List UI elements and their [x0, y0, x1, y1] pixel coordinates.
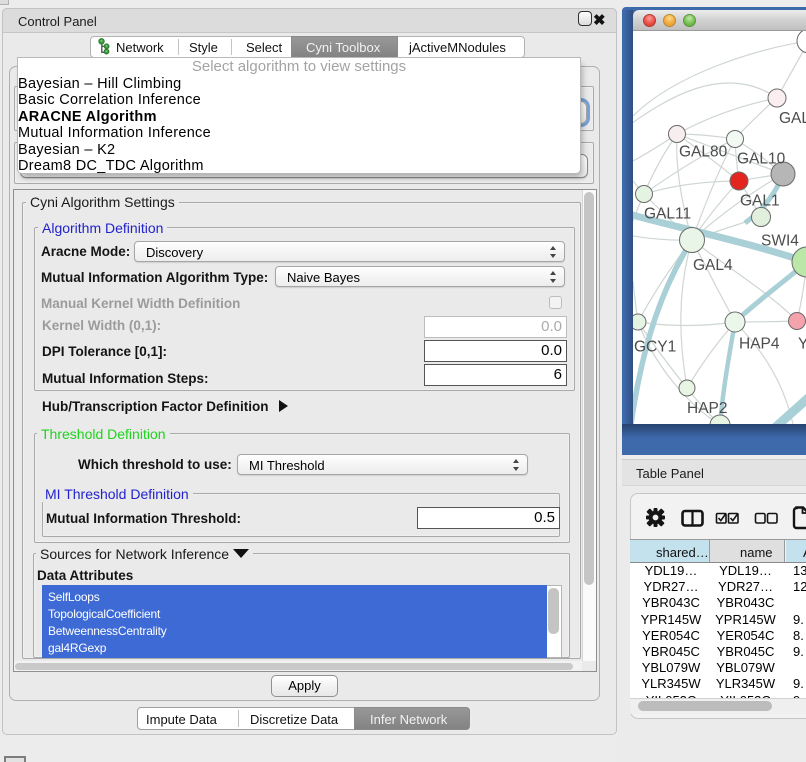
svg-text:GAL11: GAL11 [644, 206, 691, 223]
svg-text:GCY1: GCY1 [634, 339, 676, 356]
svg-text:GAL1: GAL1 [740, 193, 780, 210]
svg-text:GAL80: GAL80 [679, 144, 728, 161]
svg-text:SWI4: SWI4 [761, 233, 799, 250]
svg-text:GAL10: GAL10 [737, 151, 786, 168]
svg-text:GAL4: GAL4 [693, 257, 733, 274]
svg-text:HAP4: HAP4 [739, 336, 780, 353]
svg-text:HAP2: HAP2 [687, 400, 728, 417]
svg-text:GAL7: GAL7 [779, 110, 806, 127]
svg-text:YM: YM [798, 336, 806, 353]
